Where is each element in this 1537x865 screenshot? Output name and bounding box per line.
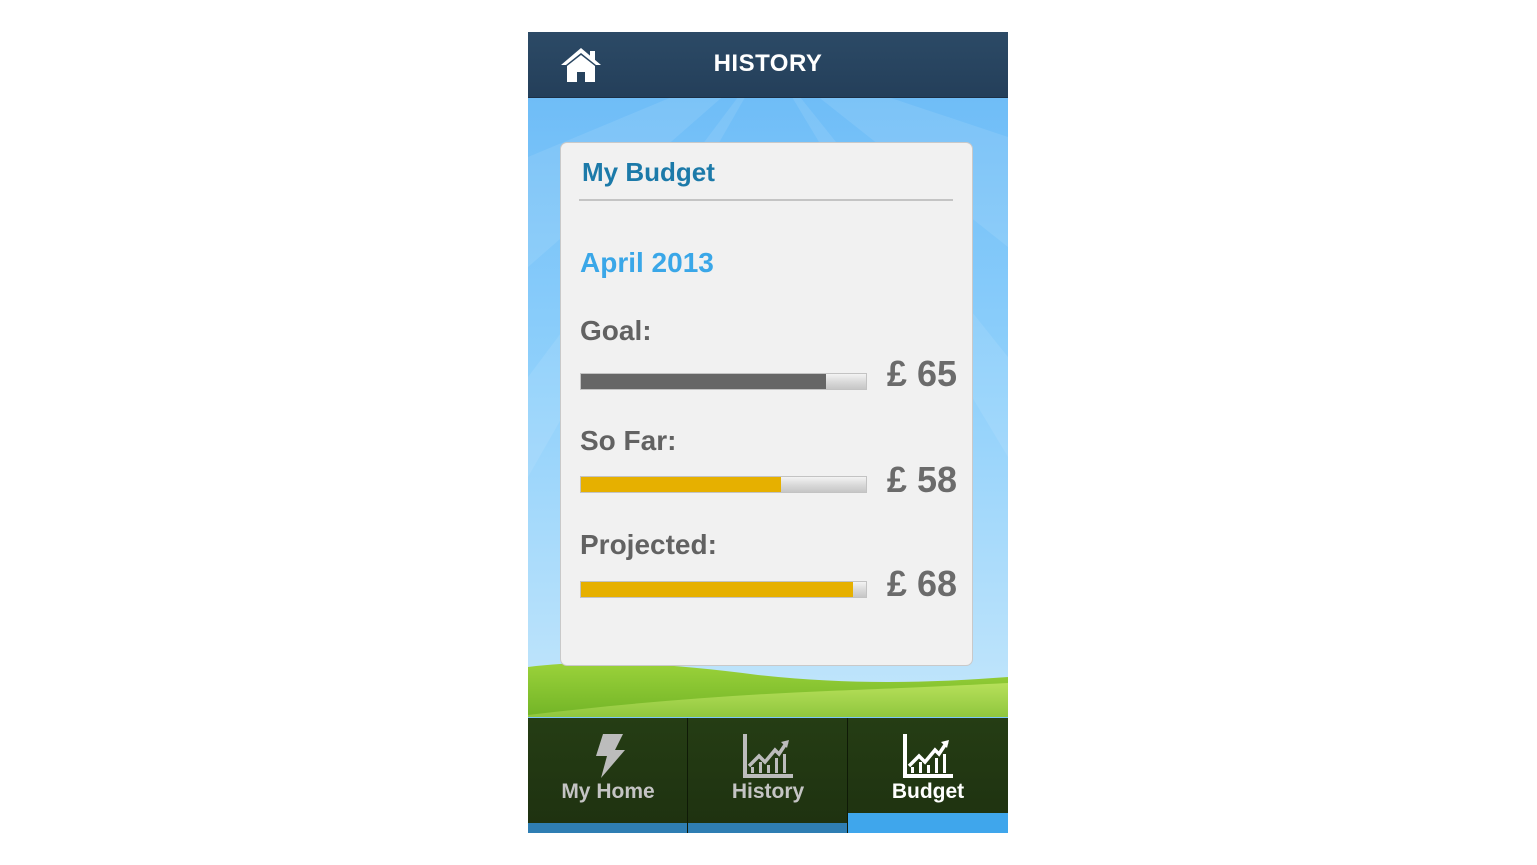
- so-far-bar: [580, 476, 867, 493]
- tab-budget[interactable]: Budget: [848, 718, 1008, 833]
- tab-my-home[interactable]: My Home: [528, 718, 688, 833]
- budget-card: My Budget April 2013 Goal: £ 65 So Far: …: [560, 142, 973, 666]
- so-far-amount: £ 58: [886, 459, 957, 500]
- projected-bar: [580, 581, 867, 598]
- title-divider: [579, 199, 953, 201]
- tab-history[interactable]: History: [688, 718, 848, 833]
- tab-indicator: [528, 823, 687, 833]
- budget-month: April 2013: [580, 247, 714, 278]
- tab-indicator: [688, 823, 847, 833]
- goal-amount: £ 65: [886, 353, 957, 394]
- tab-label-my-home: My Home: [561, 780, 655, 803]
- home-button[interactable]: [558, 45, 604, 85]
- goal-bar: [580, 373, 867, 390]
- tab-label-budget: Budget: [891, 780, 965, 803]
- home-icon: [561, 48, 601, 82]
- history-chart-icon: [742, 734, 793, 778]
- tab-label-history: History: [731, 780, 805, 803]
- so-far-bar-fill: [581, 477, 781, 492]
- bottom-nav: My Home History Budget: [528, 718, 1008, 833]
- goal-bar-fill: [581, 374, 827, 389]
- projected-label: Projected:: [580, 529, 717, 560]
- tab-indicator-active: [848, 813, 1008, 833]
- so-far-label: So Far:: [580, 425, 677, 456]
- budget-chart-icon: [903, 734, 953, 778]
- lightning-icon: [595, 734, 625, 778]
- phone-screen: HISTORY My Budget April 2013 Goal: £ 65 …: [528, 32, 1008, 833]
- card-title: My Budget: [582, 157, 715, 187]
- goal-label: Goal:: [580, 315, 652, 346]
- app-header: HISTORY: [528, 32, 1008, 98]
- projected-bar-fill: [581, 582, 854, 597]
- projected-amount: £ 68: [886, 563, 957, 604]
